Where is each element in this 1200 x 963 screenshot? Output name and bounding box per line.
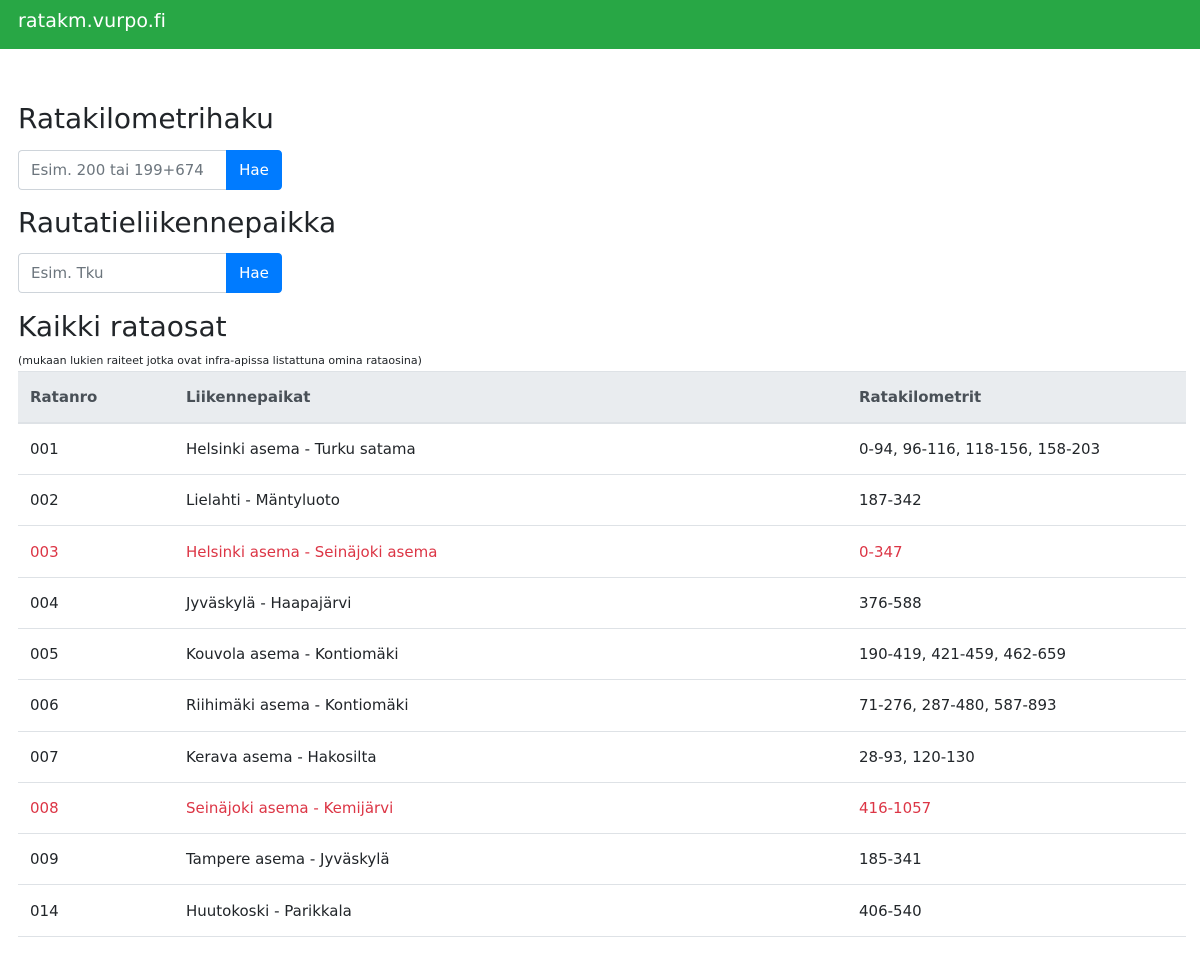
cell-ratakilometrit: 406-540: [847, 884, 1186, 937]
table-row[interactable]: 008 Seinäjoki asema - Kemijärvi 416-1057: [18, 782, 1186, 835]
place-search-input[interactable]: [18, 253, 226, 294]
ratakm-search-title: Ratakilometrihaku: [18, 102, 274, 135]
cell-ratakilometrit: 0-94, 96-116, 118-156, 158-203: [847, 423, 1186, 476]
place-search-form: Hae: [18, 253, 282, 294]
table-row[interactable]: 004 Jyväskylä - Haapajärvi 376-588: [18, 577, 1186, 629]
cell-ratanro: 005: [18, 628, 174, 681]
cell-ratanro: 008: [18, 782, 174, 835]
cell-ratanro: 007: [18, 731, 174, 783]
cell-ratakilometrit: 185-341: [847, 833, 1186, 886]
header-liikennepaikat: Liikennepaikat: [174, 370, 847, 425]
ratakm-search-input[interactable]: [18, 149, 226, 190]
cell-liikennepaikat: Kouvola asema - Kontiomäki: [174, 628, 847, 681]
table-row[interactable]: 005 Kouvola asema - Kontiomäki 190-419, 42…: [18, 628, 1186, 681]
table-row[interactable]: 003 Helsinki asema - Seinäjoki asema 0-347: [18, 525, 1186, 578]
table-row[interactable]: 014 Huutokoski - Parikkala 406-540: [18, 884, 1186, 937]
main-content: Ratakilometrihaku Hae Rautatieliikennepa…: [0, 102, 1200, 937]
ratakm-search-form: Hae: [18, 149, 282, 190]
table-row[interactable]: 006 Riihimäki asema - Kontiomäki 71-276, 2…: [18, 679, 1186, 732]
place-search-button[interactable]: Hae: [226, 253, 282, 294]
cell-liikennepaikat: Huutokoski - Parikkala: [174, 884, 847, 937]
cell-ratakilometrit: 28-93, 120-130: [847, 731, 1186, 783]
header-ratakilometrit: Ratakilometrit: [847, 370, 1186, 425]
table-row[interactable]: 009 Tampere asema - Jyväskylä 185-341: [18, 833, 1186, 886]
table-body: 001 Helsinki asema - Turku satama 0-94, 96…: [18, 423, 1186, 937]
header-ratanro: Ratanro: [18, 370, 174, 425]
cell-ratakilometrit: 187-342: [847, 474, 1186, 527]
cell-ratanro: 006: [18, 679, 174, 732]
table-header-row: Ratanro Liikennepaikat Ratakilometrit: [18, 370, 1186, 425]
rataosat-table: Ratanro Liikennepaikat Ratakilometrit 00…: [18, 370, 1186, 937]
cell-ratakilometrit: 190-419, 421-459, 462-659: [847, 628, 1186, 681]
ratakm-search-button[interactable]: Hae: [226, 149, 282, 190]
all-sections-note: (mukaan lukien raiteet jotka ovat infra-…: [18, 353, 422, 367]
cell-ratakilometrit: 0-347: [847, 525, 1186, 578]
all-sections-title: Kaikki rataosat: [18, 310, 227, 344]
cell-liikennepaikat: Lielahti - Mäntyluoto: [174, 474, 847, 527]
table-row[interactable]: 001 Helsinki asema - Turku satama 0-94, 96…: [18, 423, 1186, 476]
site-brand-link[interactable]: ratakm.vurpo.fi: [18, 10, 166, 32]
cell-liikennepaikat: Tampere asema - Jyväskylä: [174, 833, 847, 886]
top-navbar: ratakm.vurpo.fi: [0, 0, 1200, 49]
cell-liikennepaikat: Helsinki asema - Seinäjoki asema: [174, 525, 847, 578]
cell-ratanro: 004: [18, 577, 174, 629]
cell-ratakilometrit: 416-1057: [847, 782, 1186, 835]
cell-liikennepaikat: Kerava asema - Hakosilta: [174, 731, 847, 783]
cell-ratanro: 002: [18, 474, 174, 527]
cell-liikennepaikat: Seinäjoki asema - Kemijärvi: [174, 782, 847, 835]
cell-ratanro: 003: [18, 525, 174, 578]
place-search-title: Rautatieliikennepaikka: [18, 205, 337, 239]
table-row[interactable]: 007 Kerava asema - Hakosilta 28-93, 120-13…: [18, 731, 1186, 783]
cell-liikennepaikat: Riihimäki asema - Kontiomäki: [174, 679, 847, 732]
cell-ratanro: 001: [18, 423, 174, 476]
cell-ratakilometrit: 71-276, 287-480, 587-893: [847, 679, 1186, 732]
cell-liikennepaikat: Helsinki asema - Turku satama: [174, 423, 847, 476]
cell-ratanro: 009: [18, 833, 174, 886]
cell-liikennepaikat: Jyväskylä - Haapajärvi: [174, 577, 847, 629]
cell-ratakilometrit: 376-588: [847, 577, 1186, 629]
table-row[interactable]: 002 Lielahti - Mäntyluoto 187-342: [18, 474, 1186, 527]
cell-ratanro: 014: [18, 884, 174, 937]
